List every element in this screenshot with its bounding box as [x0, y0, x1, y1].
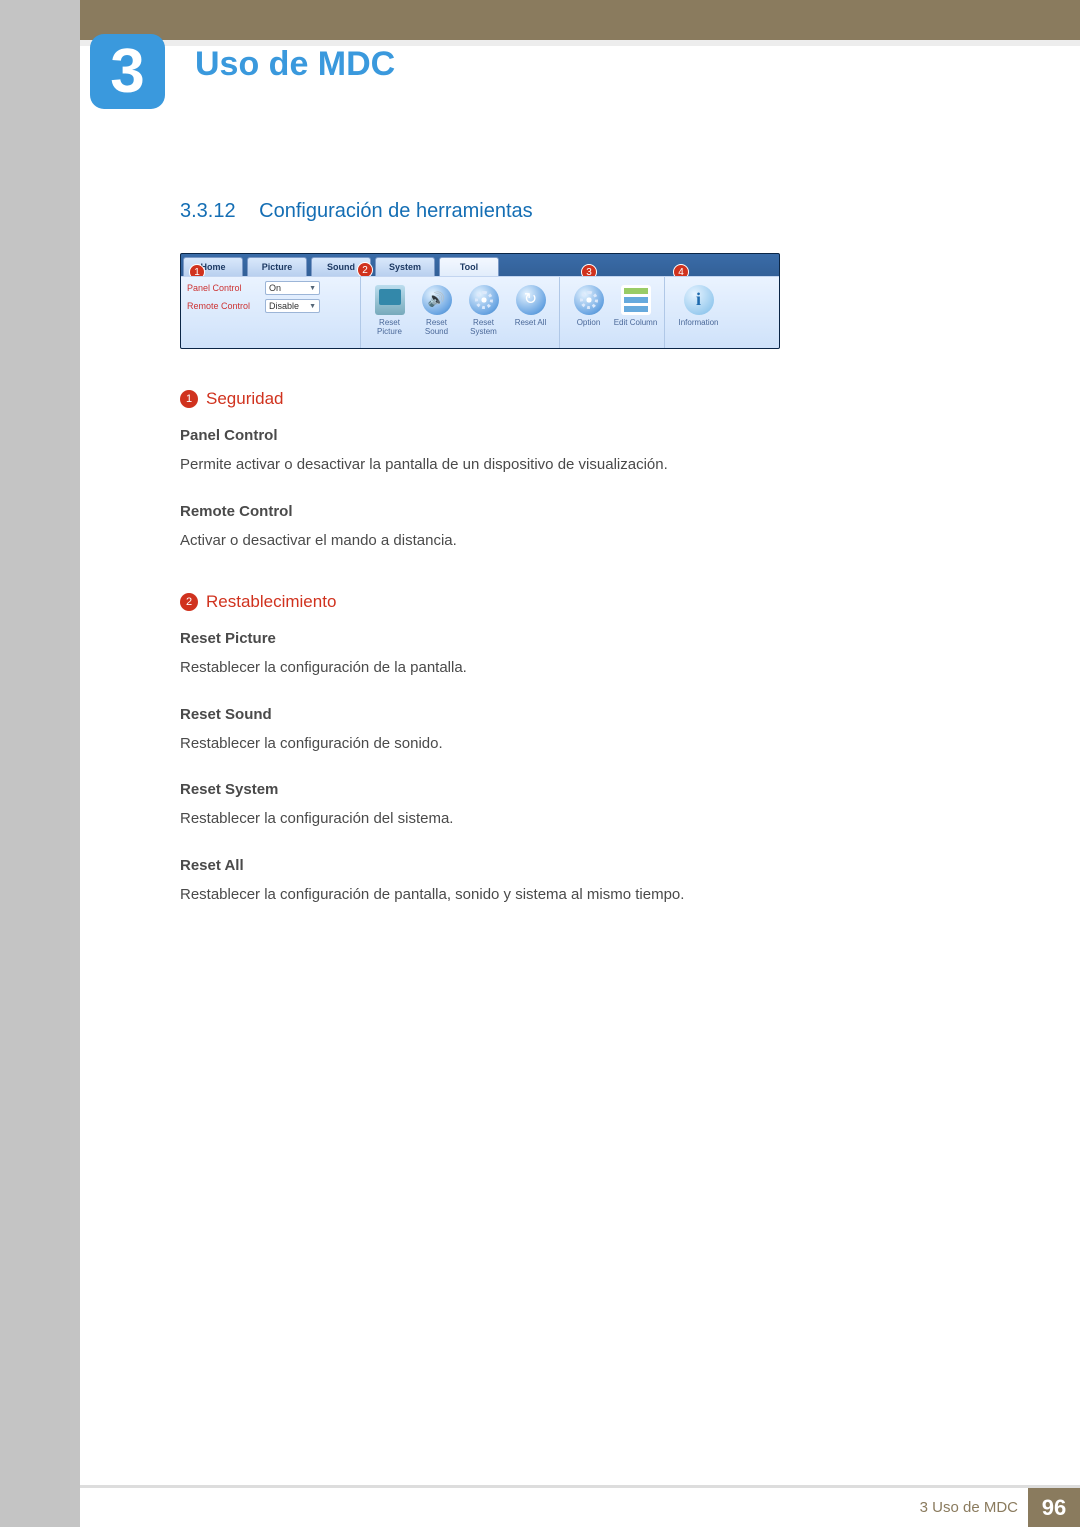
tool-toolbar-screenshot: Home Picture Sound System Tool 1 2 3 4 P… — [180, 253, 780, 349]
panel-control-desc: Permite activar o desactivar la pantalla… — [180, 454, 970, 477]
subheading-seguridad: 1 Seguridad — [180, 389, 970, 409]
reset-all-heading: Reset All — [180, 857, 970, 874]
reset-all-icon — [516, 285, 546, 315]
information-label: Information — [678, 319, 718, 328]
information-icon — [684, 285, 714, 315]
panel-control-row: Panel Control On ▼ — [187, 281, 354, 295]
chevron-down-icon: ▼ — [309, 285, 316, 292]
tab-tool[interactable]: Tool — [439, 257, 499, 276]
reset-system-label: Reset System — [461, 319, 506, 337]
remote-control-select[interactable]: Disable ▼ — [265, 299, 320, 313]
page-top-band — [80, 0, 1080, 40]
section-heading: 3.3.12 Configuración de herramientas — [180, 200, 970, 223]
reset-picture-label: Reset Picture — [367, 319, 412, 337]
panel-control-value: On — [269, 283, 281, 293]
callout-dot-2: 2 — [180, 593, 198, 611]
page-footer: 3 Uso de MDC 96 — [80, 1485, 1080, 1527]
reset-sound-icon — [422, 285, 452, 315]
reset-picture-desc: Restablecer la configuración de la panta… — [180, 657, 970, 680]
subheading-seguridad-text: Seguridad — [206, 389, 284, 409]
reset-sound-button[interactable]: Reset Sound — [414, 281, 459, 337]
remote-control-value: Disable — [269, 301, 299, 311]
remote-control-row: Remote Control Disable ▼ — [187, 299, 354, 313]
tabs-row: Home Picture Sound System Tool 1 2 3 4 — [181, 254, 779, 276]
chapter-number-badge: 3 — [90, 34, 165, 109]
chapter-title: Uso de MDC — [195, 45, 395, 84]
option-label: Option — [577, 319, 601, 328]
reset-all-label: Reset All — [515, 319, 547, 328]
reset-sound-heading: Reset Sound — [180, 706, 970, 723]
reset-picture-heading: Reset Picture — [180, 630, 970, 647]
reset-picture-icon — [375, 285, 405, 315]
reset-all-desc: Restablecer la configuración de pantalla… — [180, 884, 970, 907]
remote-control-label: Remote Control — [187, 301, 259, 311]
reset-sound-desc: Restablecer la configuración de sonido. — [180, 733, 970, 756]
information-button[interactable]: Information — [671, 281, 726, 328]
reset-sound-label: Reset Sound — [414, 319, 459, 337]
tab-system[interactable]: System — [375, 257, 435, 276]
remote-control-heading: Remote Control — [180, 503, 970, 520]
reset-system-icon — [469, 285, 499, 315]
ribbon-row: Panel Control On ▼ Remote Control Disabl… — [181, 276, 779, 348]
panel-control-label: Panel Control — [187, 283, 259, 293]
option-icon — [574, 285, 604, 315]
section-title: Configuración de herramientas — [259, 200, 533, 222]
remote-control-desc: Activar o desactivar el mando a distanci… — [180, 530, 970, 553]
chevron-down-icon: ▼ — [309, 303, 316, 310]
subheading-restablecimiento: 2 Restablecimiento — [180, 592, 970, 612]
reset-all-button[interactable]: Reset All — [508, 281, 553, 337]
option-button[interactable]: Option — [566, 281, 611, 328]
edit-column-icon — [621, 285, 651, 315]
footer-page-number: 96 — [1028, 1488, 1080, 1527]
edit-column-label: Edit Column — [614, 319, 658, 328]
reset-picture-button[interactable]: Reset Picture — [367, 281, 412, 337]
callout-dot-1: 1 — [180, 390, 198, 408]
reset-system-desc: Restablecer la configuración del sistema… — [180, 808, 970, 831]
tab-picture[interactable]: Picture — [247, 257, 307, 276]
panel-control-select[interactable]: On ▼ — [265, 281, 320, 295]
page-sidebar — [0, 0, 80, 1527]
reset-system-button[interactable]: Reset System — [461, 281, 506, 337]
footer-text: 3 Uso de MDC — [920, 1499, 1018, 1516]
panel-control-heading: Panel Control — [180, 427, 970, 444]
section-number: 3.3.12 — [180, 200, 236, 222]
reset-system-heading: Reset System — [180, 781, 970, 798]
subheading-restablecimiento-text: Restablecimiento — [206, 592, 336, 612]
edit-column-button[interactable]: Edit Column — [613, 281, 658, 328]
